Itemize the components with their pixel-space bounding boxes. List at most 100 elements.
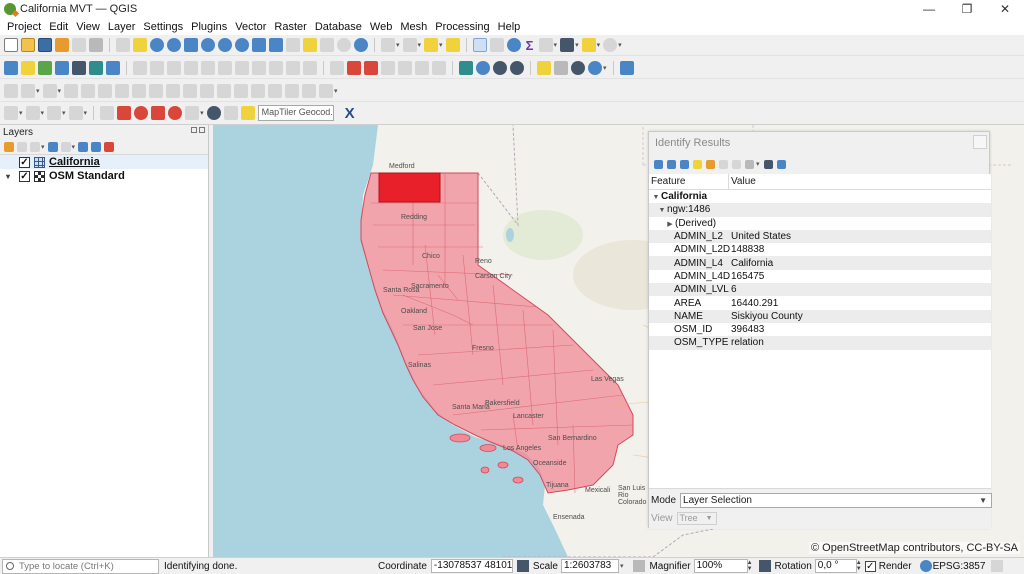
measure-line-icon[interactable] bbox=[560, 38, 575, 52]
menu-project[interactable]: Project bbox=[3, 21, 45, 33]
toggle-editing-icon[interactable] bbox=[150, 60, 164, 75]
zoom-last-icon[interactable] bbox=[252, 38, 266, 52]
vertex-tool-icon[interactable] bbox=[201, 60, 215, 75]
close-panel-icon[interactable] bbox=[973, 135, 987, 149]
tree-row-derived[interactable]: ▶ (Derived) bbox=[649, 217, 991, 230]
redo-icon[interactable] bbox=[303, 60, 317, 75]
settings-gear-icon[interactable] bbox=[506, 38, 521, 52]
tree-row-feature[interactable]: ▼ ngw:1486 bbox=[649, 203, 991, 217]
add-part-icon[interactable] bbox=[115, 83, 130, 98]
menu-settings[interactable]: Settings bbox=[139, 21, 187, 33]
filter-expression-icon[interactable] bbox=[60, 141, 71, 152]
attribute-row[interactable]: ADMIN_LVL 6 bbox=[649, 283, 991, 297]
attribute-row[interactable]: ADMIN_L4 California bbox=[649, 256, 991, 270]
map-tips-icon[interactable] bbox=[581, 38, 596, 52]
delete-selected-icon[interactable] bbox=[218, 60, 232, 75]
show-hide-labels-icon[interactable] bbox=[432, 60, 446, 75]
layer-visibility-checkbox[interactable]: ✓ bbox=[19, 170, 30, 182]
close-panel-icon[interactable] bbox=[199, 127, 205, 133]
zoom-in-icon[interactable] bbox=[150, 38, 164, 52]
magnifier-field[interactable]: 100% bbox=[693, 559, 748, 573]
expand-all-icon[interactable] bbox=[78, 141, 89, 152]
reshape-features-icon[interactable] bbox=[183, 83, 198, 98]
python-console-icon[interactable] bbox=[537, 60, 551, 75]
attribute-row[interactable]: ADMIN_L2D 148838 bbox=[649, 243, 991, 256]
expand-new-results-icon[interactable] bbox=[667, 159, 676, 169]
menu-edit[interactable]: Edit bbox=[45, 21, 72, 33]
shape-digitizing-icon[interactable] bbox=[21, 83, 35, 98]
attribute-row[interactable]: AREA 16440.291 bbox=[649, 296, 991, 309]
lock-scale-icon[interactable] bbox=[633, 560, 646, 572]
current-edits-icon[interactable] bbox=[133, 60, 147, 75]
collapse-arrow-icon[interactable]: ▼ bbox=[651, 194, 661, 201]
mode-select[interactable]: Layer Selection ▼ bbox=[680, 493, 993, 508]
select-features-icon[interactable] bbox=[381, 38, 395, 52]
minimize-button[interactable]: — bbox=[910, 0, 948, 18]
advanced-digitizing-icon[interactable] bbox=[4, 83, 18, 98]
x-plugin-icon[interactable]: X bbox=[345, 105, 355, 122]
rotation-field[interactable]: 0,0 ° bbox=[814, 559, 857, 573]
menu-database[interactable]: Database bbox=[311, 21, 366, 33]
web-browser-icon[interactable] bbox=[476, 60, 490, 75]
globe-tool-icon[interactable] bbox=[206, 106, 221, 120]
layer-item-california[interactable]: ✓ California bbox=[0, 155, 208, 169]
menu-mesh[interactable]: Mesh bbox=[396, 21, 431, 33]
attribute-row[interactable]: ADMIN_L2 United States bbox=[649, 229, 991, 244]
globe-icon[interactable] bbox=[493, 60, 507, 75]
copy-features-icon[interactable] bbox=[252, 60, 266, 75]
merge-features-icon[interactable] bbox=[251, 83, 266, 98]
snapping-icon[interactable] bbox=[25, 106, 40, 120]
deselect-icon[interactable] bbox=[424, 38, 439, 52]
simplify-feature-icon[interactable] bbox=[81, 83, 96, 98]
capture-coordinate-icon[interactable] bbox=[185, 106, 200, 120]
crs-globe-icon[interactable] bbox=[919, 560, 932, 572]
georeferencer-icon[interactable] bbox=[4, 106, 18, 120]
attribute-row[interactable]: OSM_ID 396483 bbox=[649, 323, 991, 336]
split-features-icon[interactable] bbox=[217, 83, 232, 98]
selected-feature-siskiyou[interactable] bbox=[378, 172, 441, 203]
collapse-all-icon[interactable] bbox=[91, 141, 102, 152]
add-vector-layer-icon[interactable] bbox=[38, 60, 52, 75]
move-feature-icon[interactable] bbox=[42, 83, 57, 98]
clear-results-icon[interactable] bbox=[706, 159, 715, 169]
delete-ring-icon[interactable] bbox=[149, 83, 164, 98]
menu-vector[interactable]: Vector bbox=[231, 21, 270, 33]
coordinate-field[interactable]: -13078537 4810190 bbox=[430, 559, 513, 573]
add-ring-icon[interactable] bbox=[98, 83, 113, 98]
pan-hand-icon[interactable] bbox=[116, 38, 130, 52]
style-manager-icon[interactable] bbox=[89, 38, 103, 52]
layer-item-osm-standard[interactable]: ▾ ✓ OSM Standard bbox=[0, 169, 208, 183]
show-bookmarks-icon[interactable] bbox=[320, 38, 334, 52]
tree-row-layer[interactable]: ▼ California bbox=[649, 190, 991, 203]
rotate-feature-icon[interactable] bbox=[64, 83, 79, 98]
zoom-to-layer-icon[interactable] bbox=[218, 38, 232, 52]
identify-features-icon[interactable] bbox=[472, 38, 487, 52]
split-parts-icon[interactable] bbox=[234, 83, 249, 98]
network-icon[interactable] bbox=[588, 60, 602, 75]
attribute-table-icon[interactable] bbox=[489, 38, 504, 52]
zoom-full-icon[interactable] bbox=[184, 38, 198, 52]
open-form-icon[interactable] bbox=[732, 159, 741, 169]
crs-label[interactable]: EPSG:3857 bbox=[933, 561, 986, 572]
osm-place-search-icon[interactable] bbox=[151, 106, 166, 120]
tracing-icon[interactable] bbox=[68, 106, 83, 120]
print-response-icon[interactable] bbox=[745, 159, 754, 169]
save-edits-icon[interactable] bbox=[167, 60, 181, 75]
menu-web[interactable]: Web bbox=[366, 21, 396, 33]
locator-search-input[interactable]: Type to locate (Ctrl+K) bbox=[2, 558, 159, 574]
add-xyz-layer-icon[interactable] bbox=[106, 60, 120, 75]
help-contents-icon[interactable] bbox=[619, 60, 634, 75]
menu-plugins[interactable]: Plugins bbox=[187, 21, 231, 33]
new-geopackage-icon[interactable] bbox=[21, 60, 35, 75]
locate-icon[interactable] bbox=[134, 106, 149, 120]
fill-ring-icon[interactable] bbox=[132, 83, 147, 98]
view-select[interactable]: Tree ▼ bbox=[676, 512, 717, 525]
wrench-tool-icon[interactable] bbox=[223, 106, 238, 120]
open-styling-icon[interactable] bbox=[4, 141, 14, 152]
bookmark-icon[interactable] bbox=[303, 38, 317, 52]
menu-raster[interactable]: Raster bbox=[270, 21, 310, 33]
grid-icon[interactable] bbox=[554, 60, 568, 75]
layer-expand-arrow[interactable]: ▾ bbox=[3, 172, 13, 181]
expand-tree-icon[interactable] bbox=[654, 159, 663, 169]
select-by-value-icon[interactable] bbox=[402, 38, 417, 52]
